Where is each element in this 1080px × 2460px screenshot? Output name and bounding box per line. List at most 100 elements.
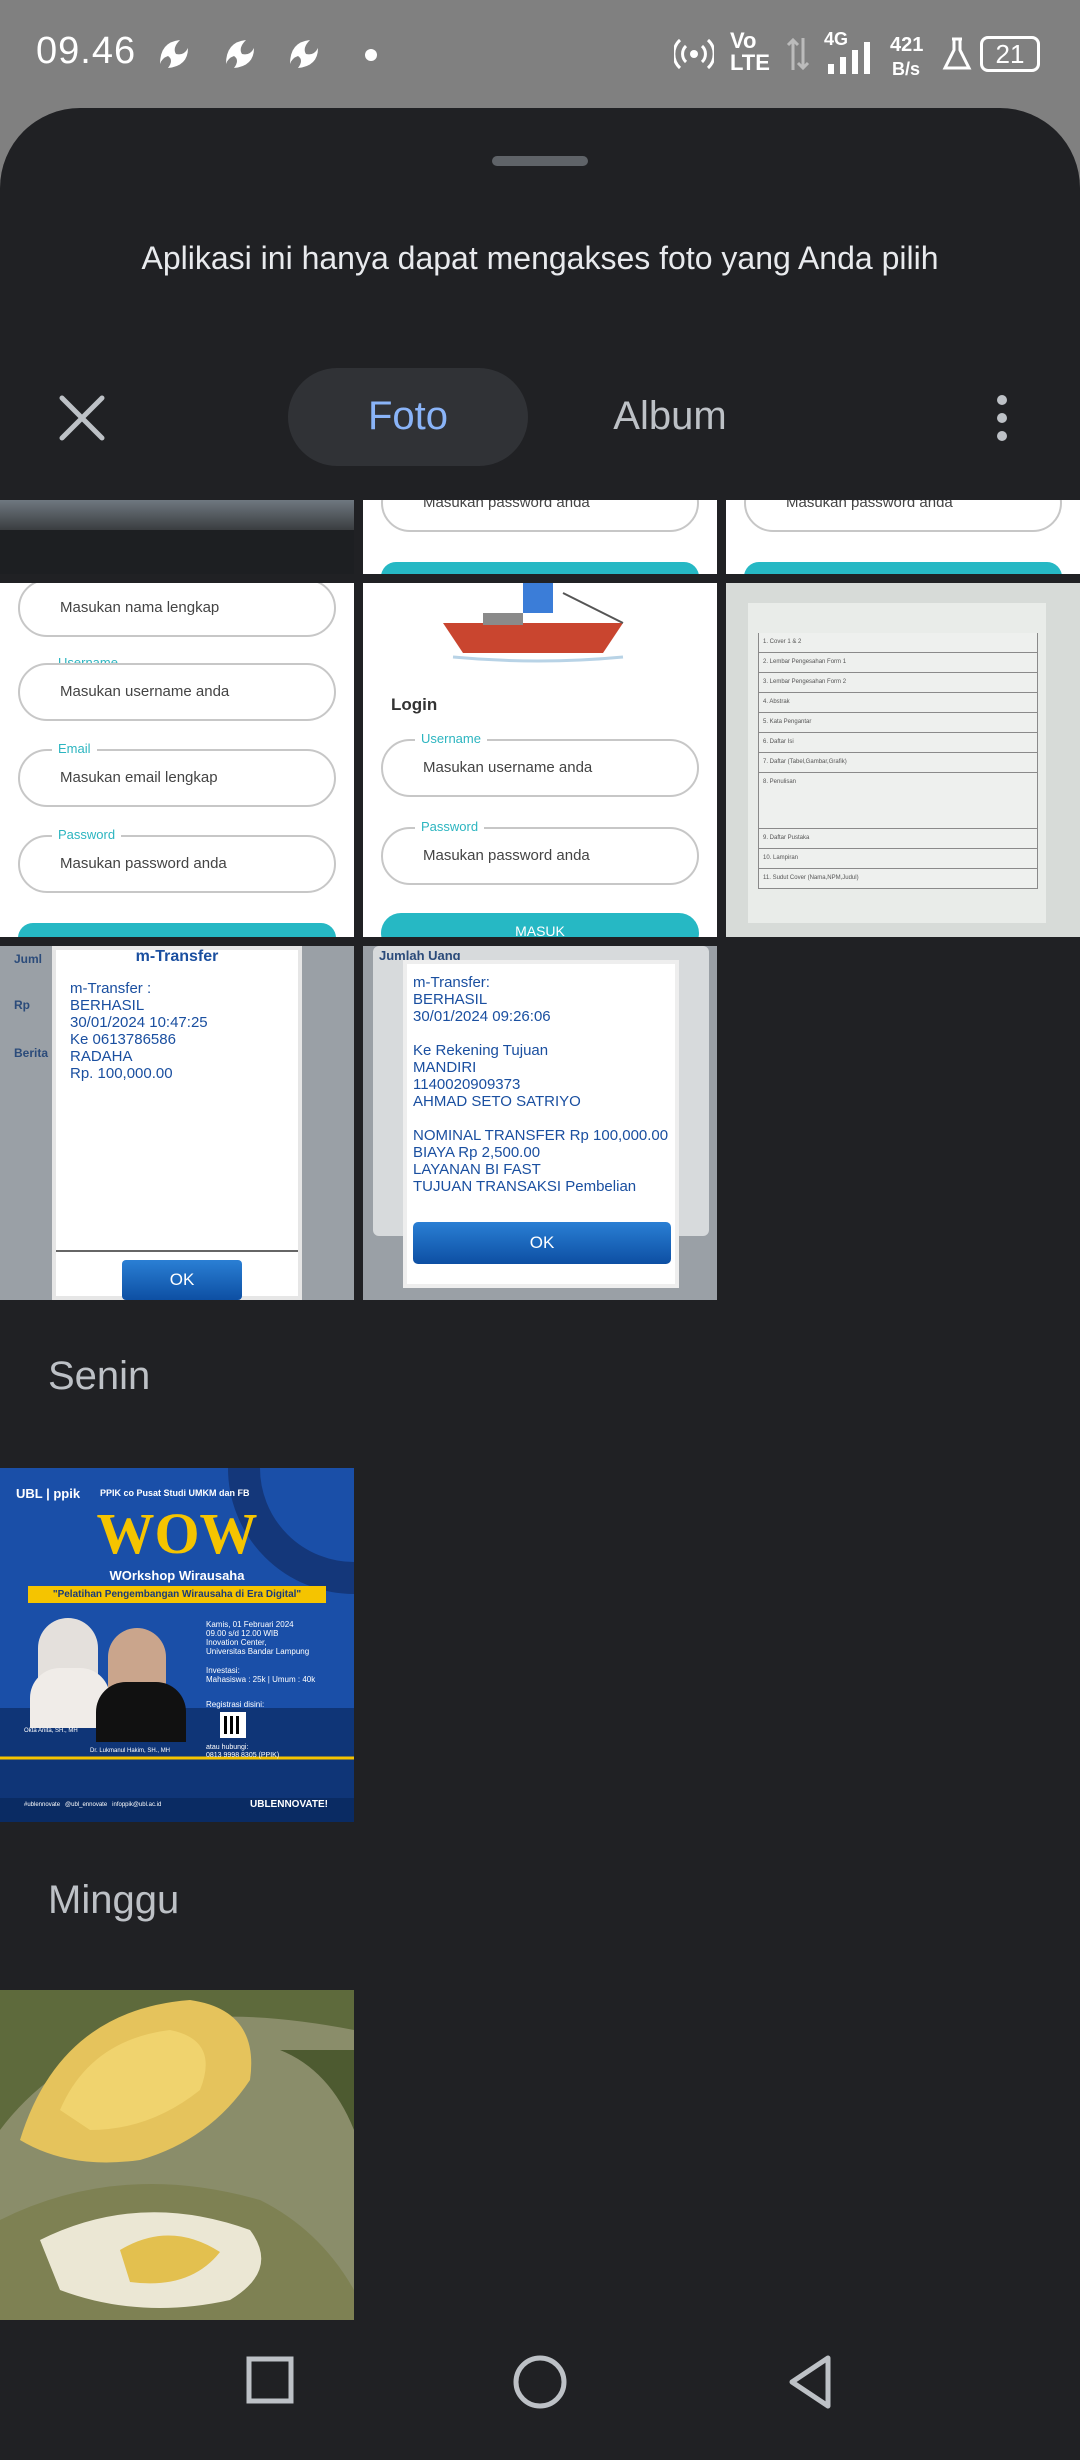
receipt-line: 1140020909373 [413,1076,521,1093]
app-notification-icon [226,40,254,68]
tab-foto[interactable]: Foto [288,394,528,439]
receipt-line: RADAHA [70,1048,133,1065]
name-field-image: Masukan nama lengkap [18,583,336,637]
status-bar: 09.46 Vo LTE 4G 421 B/s 21 [0,0,1080,108]
navigation-bar [0,2320,1080,2460]
photo-thumbnail[interactable]: Login Username Masukan username anda Pas… [363,583,717,937]
photo-text: Email [52,741,97,756]
receipt-text: m-Transfer: BERHASIL 30/01/2024 09:26:06 K… [413,974,668,1195]
tab-album[interactable]: Album [560,394,780,439]
photo-thumbnail[interactable]: Masukan nama lengkap Username Masukan us… [0,583,354,937]
app-notification-icon [290,40,318,68]
photo-thumbnail[interactable] [0,1990,354,2320]
document-row: 3. Lembar Pengesahan Form 2 [758,673,1038,693]
photo-text: Investasi: Mahasiswa : 25k | Umum : 40k [206,1666,316,1684]
close-icon[interactable] [52,388,112,448]
recents-icon[interactable] [246,2356,294,2404]
receipt-line: 30/01/2024 09:26:06 [413,1008,551,1025]
hotspot-icon [674,38,714,70]
username-field-image: Masukan username anda [381,739,699,797]
password-field-image: Masukan password anda [381,827,699,885]
drag-handle[interactable] [492,156,588,166]
divider [56,1250,298,1252]
home-icon[interactable] [512,2354,568,2410]
document-photo: 1. Cover 1 & 2 2. Lembar Pengesahan Form … [748,603,1046,923]
receipt-text: m-Transfer : BERHASIL 30/01/2024 10:47:25 K… [70,980,208,1082]
ok-button-image: OK [413,1222,671,1264]
receipt-line: BERHASIL [70,997,145,1014]
more-notifications-dot-icon [365,49,377,61]
photo-text: Masukan password anda [423,847,590,864]
password-field-image: Masukan password anda [381,500,699,532]
photo-thumbnail[interactable]: Jumlah Uang m-Transfer: BERHASIL 30/01/202… [363,946,717,1300]
photo-text: Berita [14,1046,49,1060]
receipt-line: 30/01/2024 10:47:25 [70,1014,208,1031]
receipt-line: AHMAD SETO SATRIYO [413,1093,581,1110]
photo-thumbnail[interactable]: Masukan password anda [363,500,717,574]
receipt-line: BERHASIL [413,991,488,1008]
photo-text: MASUK [515,923,565,937]
masuk-button-image: MASUK [381,913,699,937]
net-speed-unit: B/s [892,59,921,79]
ok-button-image: OK [122,1260,242,1300]
photo-content [0,500,354,530]
photo-text: Dr. Lukmanul Hakim, SH., MH [90,1748,171,1754]
document-row: 7. Daftar (Tabel,Gambar,Grafik) [758,753,1038,773]
qr-code-image [220,1712,246,1738]
photo-text: Masukan nama lengkap [60,599,220,616]
photo-text: Login [391,695,438,714]
password-field-image: Masukan password anda [18,835,336,893]
photo-text: Password [52,827,122,842]
receipt-line: BIAYA Rp 2,500.00 [413,1144,541,1161]
data-arrows-icon [786,37,810,71]
photo-thumbnail[interactable]: 1. Cover 1 & 2 2. Lembar Pengesahan Form … [726,583,1080,937]
photo-text: UBLENNOVATE! [250,1799,328,1810]
photo-text: Masukan email lengkap [60,769,218,786]
signal-icon [828,42,870,74]
photo-text: Okta Anita, SH., MH [24,1728,78,1734]
photo-text: Rp [14,998,30,1012]
battery-indicator: 21 [980,36,1040,72]
photo-text: "Pelatihan Pengembangan Wirausaha di Era… [28,1586,326,1603]
password-field-image: Masukan password anda [744,500,1062,532]
net-speed-value: 421 [890,34,924,56]
photo-text: PPIK co Pusat Studi UMKM dan FB [100,1488,250,1498]
receipt-line: Ke 0613786586 [70,1031,176,1048]
photo-thumbnail[interactable] [0,500,354,574]
photo-text: WOrkshop Wirausaha [109,1568,245,1583]
receipt-line: NOMINAL TRANSFER Rp 100,000.00 [413,1127,669,1144]
document-table: 1. Cover 1 & 2 2. Lembar Pengesahan Form … [758,633,1038,889]
button-image [381,562,699,574]
document-row: 5. Kata Pengantar [758,713,1038,733]
photo-text: Username [415,731,487,746]
photo-text: Registrasi disini: [206,1700,265,1709]
section-label-senin: Senin [48,1354,151,1398]
back-icon[interactable] [786,2354,834,2410]
app-notification-icon [160,40,188,68]
photo-thumbnail[interactable]: UBL | ppik PPIK co Pusat Studi UMKM dan … [0,1468,354,1822]
document-row: 10. Lampiran [758,849,1038,869]
photo-grid: Masukan password anda Masukan password a… [0,500,1080,2320]
receipt-line: Ke Rekening Tujuan [413,1042,549,1059]
poster-logo-text: UBL | ppik [16,1486,81,1501]
receipt-line: Rp. 100,000.00 [70,1065,173,1082]
document-row: 1. Cover 1 & 2 [758,633,1038,653]
photo-thumbnail[interactable]: Masukan password anda [726,500,1080,574]
receipt-line [413,1110,668,1127]
document-row: 8. Penulisan [758,773,1038,829]
photo-text: Masukan password anda [60,855,227,872]
volte-label: Vo [730,28,757,53]
photo-text: m-Transfer [135,948,219,965]
durian-photo [0,1990,354,2320]
email-field-image: Masukan email lengkap [18,749,336,807]
photo-text: atau hubungi: 0813 9998 8305 (PPIK) [206,1744,280,1759]
photo-thumbnail[interactable]: Juml Rp Berita m-Transfer m-Transfer : BE… [0,946,354,1300]
photo-text: Masukan password anda [423,500,590,511]
volte-label-bottom: LTE [730,50,770,75]
button-image [18,923,336,937]
document-row: 2. Lembar Pengesahan Form 1 [758,653,1038,673]
access-notice: Aplikasi ini hanya dapat mengakses foto … [141,240,939,276]
receipt-line [413,1025,668,1042]
photo-text: #ublennovate @ubl_ennovate infoppik@ubl.… [24,1802,162,1808]
more-options-icon[interactable] [990,388,1014,448]
